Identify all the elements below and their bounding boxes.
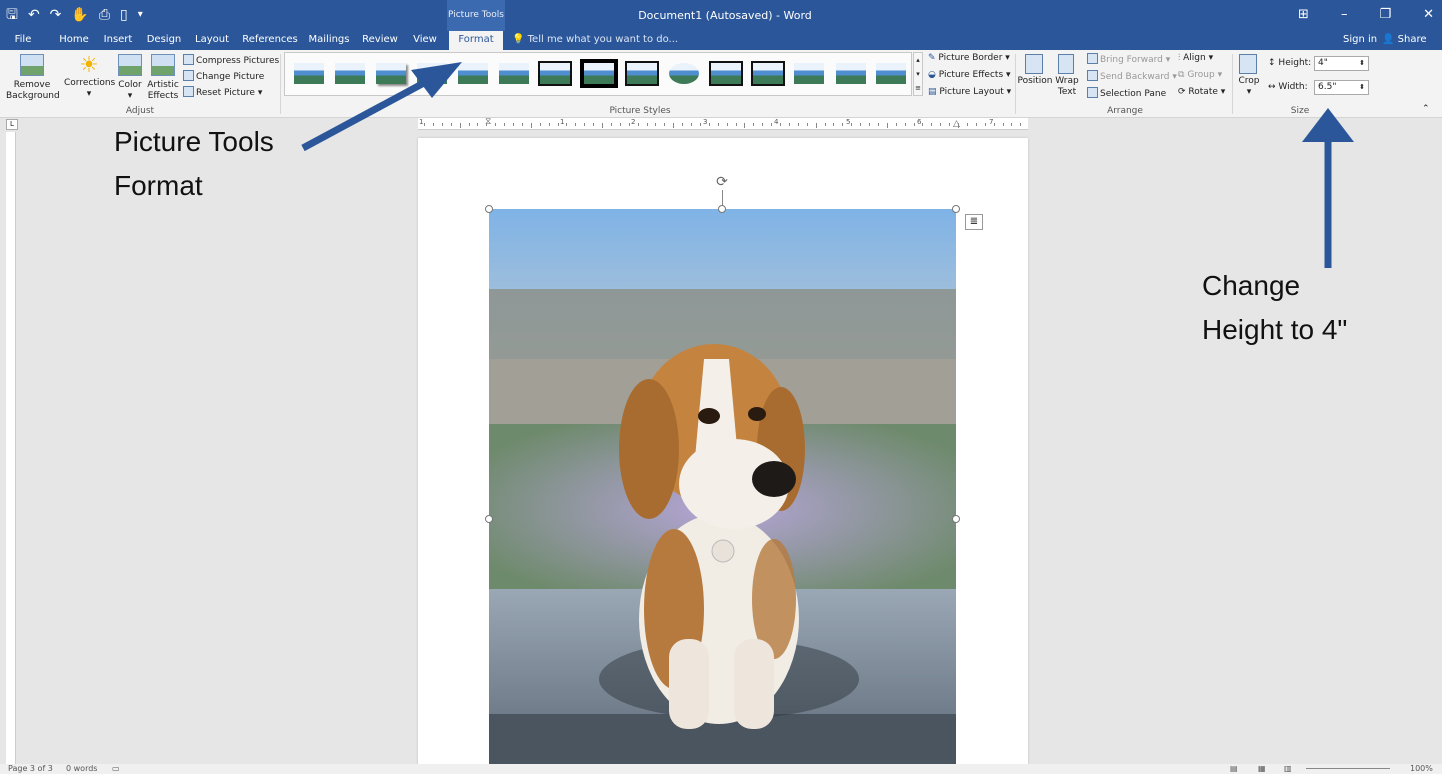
annotation-arrows <box>301 62 1354 268</box>
arrowhead-format-tab-icon <box>411 62 462 98</box>
arrowhead-height-field-icon <box>1302 108 1354 142</box>
